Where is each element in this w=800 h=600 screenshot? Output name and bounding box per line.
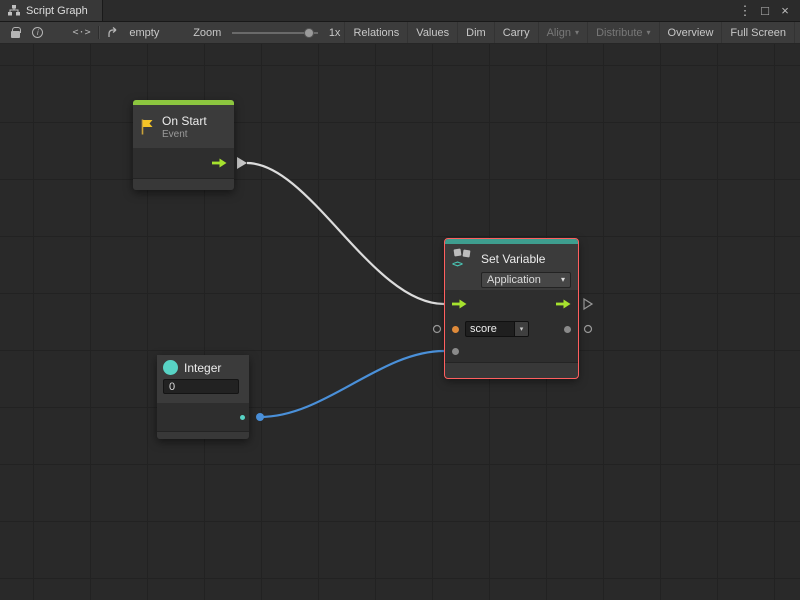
chevron-down-icon[interactable]: ▾: [514, 322, 528, 336]
setvariable-name-input-connector-ring[interactable]: [434, 326, 441, 333]
flow-input-port[interactable]: [452, 299, 467, 309]
variable-box-glyph: [463, 250, 471, 258]
node-on-start[interactable]: On Start Event: [133, 100, 234, 190]
graph-icon: [8, 5, 20, 16]
flow-port-row: [445, 290, 578, 318]
graph-toolbar: i <·> empty Zoom 1x Relations Values Dim…: [0, 22, 800, 44]
setvariable-footer: [445, 362, 578, 378]
onstart-flow-output-connector-triangle[interactable]: [237, 157, 247, 169]
variable-name-port[interactable]: [452, 326, 459, 333]
integer-type-icon: [163, 360, 178, 375]
integer-output-port[interactable]: [240, 415, 245, 420]
setvariable-flow-output-connector-triangle[interactable]: [584, 299, 592, 309]
cursor-glyph: [108, 27, 121, 39]
wire-onstart-to-setvariable[interactable]: [247, 163, 444, 304]
chevron-down-icon: ▾: [647, 29, 651, 37]
align-label: Align: [547, 27, 571, 39]
onstart-header: On Start Event: [133, 105, 234, 148]
node-integer[interactable]: Integer 0: [157, 355, 249, 439]
info-icon[interactable]: i: [27, 23, 49, 43]
info-glyph: i: [32, 27, 43, 38]
setvariable-header: <> Set Variable Application ▾: [445, 244, 578, 290]
onstart-footer: [133, 178, 234, 190]
value-input-port-row: [445, 340, 578, 362]
integer-footer: [157, 431, 249, 439]
selection-cursor-icon[interactable]: [104, 23, 126, 43]
graph-connections: [0, 44, 800, 600]
name-port-row: score ▾: [445, 318, 578, 340]
set-variable-icon: <>: [451, 249, 475, 268]
flow-output-port[interactable]: [556, 299, 571, 309]
name-port-group: score ▾: [452, 321, 529, 337]
selection-status: empty: [125, 27, 163, 39]
integer-port-row: [157, 403, 249, 431]
integer-output-wire-endpoint[interactable]: [256, 413, 264, 421]
close-icon[interactable]: ×: [775, 1, 795, 21]
variable-box-glyph: [454, 249, 462, 257]
node-title: Integer: [184, 361, 221, 375]
node-set-variable[interactable]: <> Set Variable Application ▾: [445, 239, 578, 378]
integer-value-field[interactable]: 0: [163, 379, 239, 394]
setvariable-ports: score ▾: [445, 290, 578, 362]
node-subtitle: Event: [162, 129, 207, 140]
value-input-port[interactable]: [452, 348, 459, 355]
maximize-icon[interactable]: □: [755, 1, 775, 21]
node-title: Set Variable: [481, 252, 545, 266]
relations-button[interactable]: Relations: [344, 22, 407, 43]
variable-scope-dropdown[interactable]: Application ▾: [481, 272, 571, 288]
zoom-slider-handle[interactable]: [304, 28, 314, 38]
lock-glyph: [11, 31, 20, 38]
values-button[interactable]: Values: [407, 22, 457, 43]
graph-canvas[interactable]: On Start Event <>: [0, 44, 800, 600]
scope-label: Application: [487, 274, 541, 286]
overview-button[interactable]: Overview: [659, 22, 722, 43]
setvariable-value-output-connector-ring[interactable]: [585, 326, 592, 333]
chevron-down-icon: ▾: [561, 276, 565, 284]
lock-icon[interactable]: [5, 23, 27, 43]
titlebar-spacer: [103, 0, 735, 21]
zoom-slider[interactable]: [232, 32, 318, 34]
chevron-down-icon: ▾: [575, 29, 579, 37]
tab-title: Script Graph: [26, 5, 88, 17]
tab-script-graph[interactable]: Script Graph: [0, 0, 103, 21]
integer-header: Integer 0: [157, 355, 249, 403]
distribute-dropdown-button[interactable]: Distribute ▾: [587, 22, 658, 43]
toolbar-buttons: Relations Values Dim Carry Align ▾ Distr…: [344, 22, 795, 43]
flow-output-port[interactable]: [212, 158, 227, 168]
wire-integer-to-setvariable[interactable]: [260, 351, 444, 417]
title-bar: Script Graph ⋮ □ ×: [0, 0, 800, 22]
zoom-label: Zoom: [189, 27, 225, 39]
window-controls: ⋮ □ ×: [735, 0, 800, 21]
value-output-port[interactable]: [564, 326, 571, 333]
integer-value: 0: [169, 381, 175, 393]
onstart-titles: On Start Event: [162, 114, 207, 140]
carry-button[interactable]: Carry: [494, 22, 538, 43]
code-badge-icon: <>: [452, 259, 462, 270]
variable-name-value: score: [466, 322, 514, 336]
flag-icon: [139, 118, 156, 135]
node-title: On Start: [162, 114, 207, 128]
align-dropdown-button[interactable]: Align ▾: [538, 22, 587, 43]
dim-button[interactable]: Dim: [457, 22, 494, 43]
full-screen-button[interactable]: Full Screen: [721, 22, 795, 43]
distribute-label: Distribute: [596, 27, 642, 39]
script-graph-window: Script Graph ⋮ □ × i <·> empty Zoom 1x R…: [0, 0, 800, 600]
code-view-icon[interactable]: <·>: [71, 23, 93, 43]
toolbar-separator: [98, 26, 99, 39]
variable-name-dropdown[interactable]: score ▾: [465, 321, 529, 337]
window-menu-icon[interactable]: ⋮: [735, 1, 755, 21]
zoom-value: 1x: [325, 27, 345, 39]
onstart-port-row: [133, 148, 234, 178]
